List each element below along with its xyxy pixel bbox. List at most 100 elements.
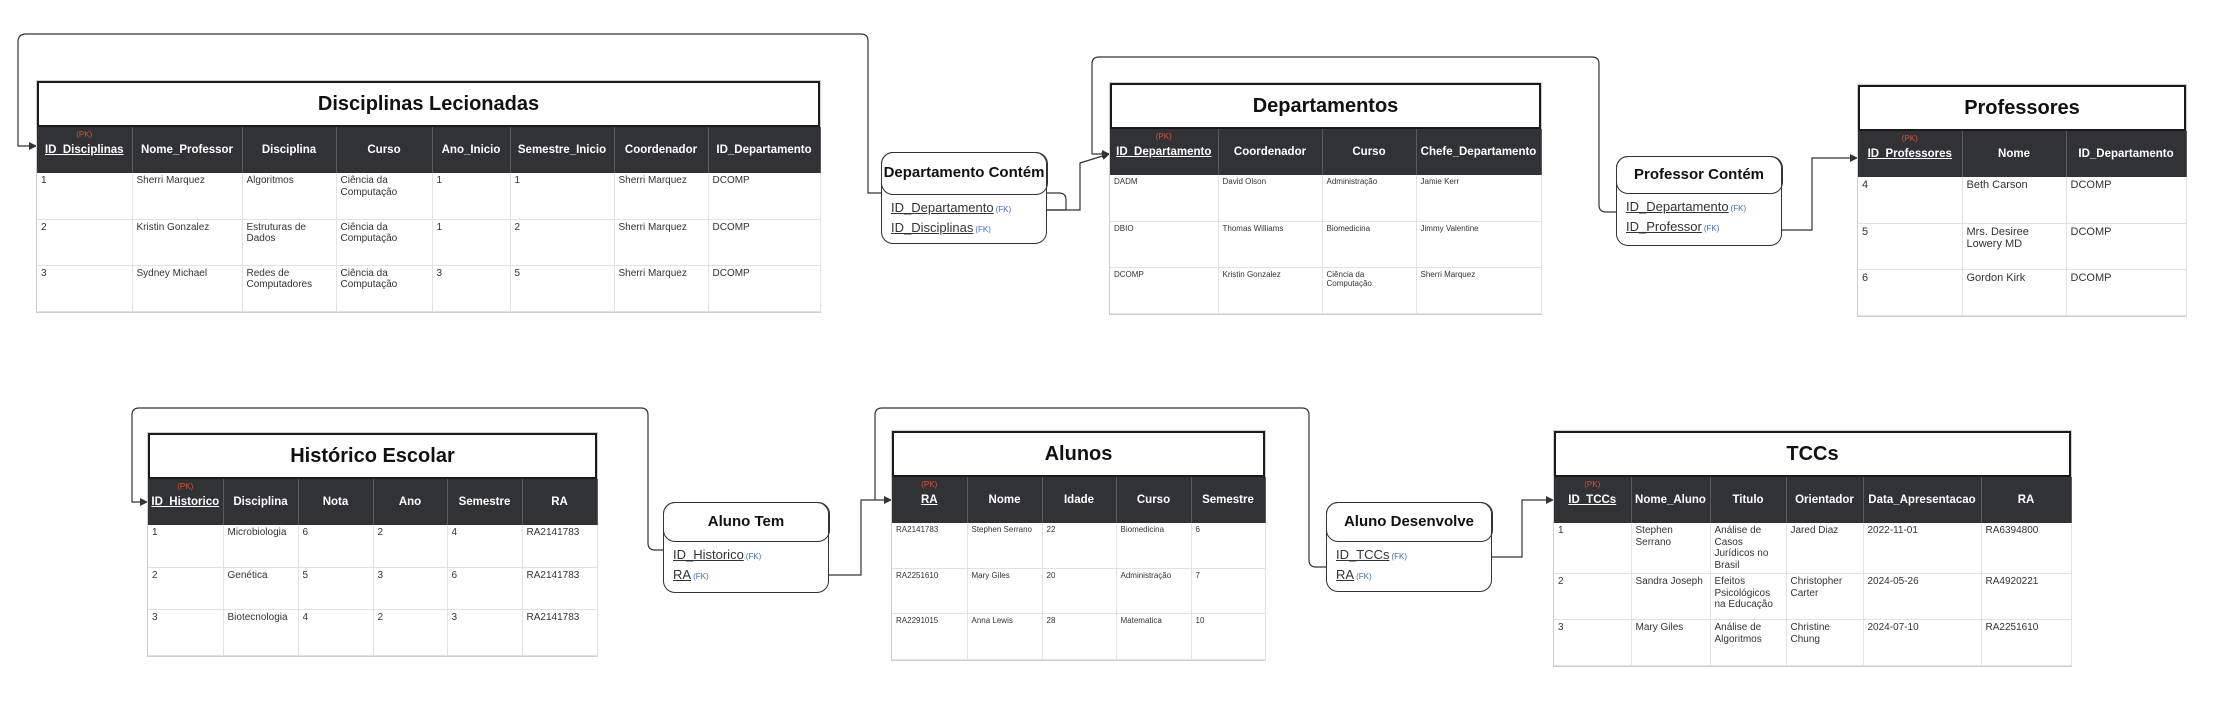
fk-marker: (FK) — [975, 224, 991, 234]
fk-marker: (FK) — [1730, 203, 1747, 213]
relation-fields: ID_Historico (FK) RA (FK) — [664, 542, 828, 590]
column-header: Chefe_Departamento — [1416, 129, 1542, 175]
table-cell: Sherri Marquez — [614, 219, 709, 266]
column-header: Data_Apresentacao — [1863, 477, 1982, 523]
table-cell: 2022-11-01 — [1863, 523, 1982, 574]
table-cell: 7 — [1191, 568, 1266, 614]
column-header-pk: (PK) ID_Disciplinas — [37, 127, 133, 173]
column-header-pk: (PK) ID_TCCs — [1554, 477, 1632, 523]
column-label: ID_Departamento — [1116, 146, 1212, 158]
connector-aluno-desenvolve-to-tccs — [1492, 496, 1554, 558]
table-cell: Algoritmos — [242, 173, 337, 220]
pk-marker: (PK) — [1155, 132, 1172, 141]
table-cell: 1 — [510, 173, 615, 220]
table-cell: 10 — [1191, 613, 1266, 660]
table-cell: 2024-07-10 — [1863, 619, 1982, 666]
table-row: RA2291015 Anna Lewis 28 Matematica 10 — [892, 613, 1266, 660]
column-header: Curso — [336, 127, 433, 173]
table-row: 6 Gordon Kirk DCOMP — [1858, 269, 2187, 316]
column-header-pk: (PK) ID_Departamento — [1110, 129, 1219, 175]
table-cell: Jared Diaz — [1786, 523, 1864, 574]
relation-fields: ID_TCCs (FK) RA (FK) — [1327, 542, 1491, 590]
table-row: 1 Sherri Marquez Algoritmos Ciência da Comp… — [37, 173, 821, 220]
table-cell: 6 — [447, 567, 523, 610]
table-row: 5 Mrs. Desiree Lowery MD DCOMP — [1858, 223, 2187, 270]
table-grid: (PK) ID_Disciplinas Nome_Professor Discip… — [37, 127, 821, 312]
fk-marker: (FK) — [745, 551, 762, 561]
table-cell: 6 — [298, 525, 374, 568]
column-header: Titulo — [1710, 477, 1787, 523]
table-row: DBIO Thomas Williams Biomedicina Jimmy Vale… — [1110, 221, 1542, 268]
table-cell: 1 — [37, 173, 133, 220]
table-cell: Sandra Joseph — [1631, 573, 1711, 620]
table-row: 1 Stephen Serrano Análise de Casos Jurídic… — [1554, 523, 2072, 574]
table-cell: DCOMP — [2066, 269, 2187, 316]
table-cell: RA2291015 — [892, 613, 968, 660]
table-cell: 2 — [373, 525, 448, 568]
table-cell: 2024-05-26 — [1863, 573, 1982, 620]
column-header: Semestre — [447, 479, 523, 525]
table-cell: 2 — [148, 567, 224, 610]
pk-marker: (PK) — [177, 482, 194, 491]
table-alunos: Alunos (PK) RA Nome Idade Curso Semestre … — [891, 430, 1266, 661]
table-cell: 3 — [148, 609, 224, 656]
table-tccs: TCCs (PK) ID_TCCs Nome_Aluno Titulo Orien… — [1553, 430, 2072, 667]
table-cell: Stephen Serrano — [967, 523, 1043, 569]
table-row: RA2141783 Stephen Serrano 22 Biomedicina 6 — [892, 523, 1266, 569]
table-cell: Sherri Marquez — [614, 173, 709, 220]
table-cell: 1 — [1554, 523, 1632, 574]
table-cell: Anna Lewis — [967, 613, 1043, 660]
table-cell: RA2141783 — [522, 567, 598, 610]
table-row: DADM David Olson Administração Jamie Kerr — [1110, 175, 1542, 222]
table-cell: Beth Carson — [1962, 177, 2067, 224]
connector-aluno-tem-to-alunos — [829, 496, 892, 576]
column-header: ID_Departamento — [2066, 131, 2187, 177]
table-grid: (PK) ID_Historico Disciplina Nota Ano Sem… — [148, 479, 598, 656]
table-title: Histórico Escolar — [148, 433, 597, 479]
column-header: Nome_Professor — [132, 127, 243, 173]
table-cell: 20 — [1042, 568, 1117, 614]
table-cell: 3 — [1554, 619, 1632, 666]
column-header: Coordenador — [1218, 129, 1323, 175]
column-header: Semestre_Inicio — [510, 127, 615, 173]
table-title: Alunos — [892, 431, 1265, 477]
table-cell: 5 — [298, 567, 374, 610]
table-row: 4 Beth Carson DCOMP — [1858, 177, 2187, 224]
field-name: ID_Professor — [1626, 218, 1702, 234]
column-header-pk: (PK) RA — [892, 477, 968, 523]
pk-marker: (PK) — [1901, 134, 1918, 143]
column-label: ID_Disciplinas — [44, 144, 124, 156]
table-cell: Sherri Marquez — [614, 265, 709, 312]
column-header: ID_Departamento — [708, 127, 821, 173]
relation-title: Professor Contém — [1615, 155, 1783, 194]
column-header: RA — [522, 479, 598, 525]
table-cell: RA2251610 — [892, 568, 968, 614]
table-cell: 1 — [432, 219, 511, 266]
table-cell: 3 — [432, 265, 511, 312]
column-label: ID_Professores — [1867, 148, 1952, 160]
table-cell: Mrs. Desiree Lowery MD — [1962, 223, 2067, 270]
table-row: 1 Microbiologia 6 2 4 RA2141783 — [148, 525, 598, 568]
column-header: Ano_Inicio — [432, 127, 511, 173]
table-cell: Mary Giles — [1631, 619, 1711, 666]
table-professores: Professores (PK) ID_Professores Nome ID_D… — [1857, 84, 2187, 317]
table-departamentos: Departamentos (PK) ID_Departamento Coorde… — [1109, 82, 1542, 315]
table-row: 3 Mary Giles Análise de Algoritmos Christin… — [1554, 619, 2072, 666]
table-cell: Christopher Carter — [1786, 573, 1864, 620]
table-cell: DCOMP — [2066, 177, 2187, 224]
table-cell: Ciência da Computação — [336, 173, 433, 220]
pk-marker: (PK) — [1584, 480, 1601, 489]
relation-fields: ID_Departamento (FK) ID_Professor (FK) — [1617, 194, 1781, 242]
relation-aluno-tem: Aluno Tem ID_Historico (FK) RA (FK) — [662, 501, 830, 593]
table-cell: Jamie Kerr — [1416, 175, 1542, 222]
table-cell: DCOMP — [708, 265, 821, 312]
table-cell: Ciência da Computação — [1322, 267, 1417, 314]
table-cell: Sydney Michael — [132, 265, 243, 312]
table-grid: (PK) ID_TCCs Nome_Aluno Titulo Orientador… — [1554, 477, 2072, 666]
table-cell: 2 — [37, 219, 133, 266]
table-historico-escolar: Histórico Escolar (PK) ID_Historico Disci… — [147, 432, 598, 657]
table-cell: 5 — [1858, 223, 1963, 270]
table-cell: Matematica — [1116, 613, 1192, 660]
table-cell: 28 — [1042, 613, 1117, 660]
fk-marker: (FK) — [1391, 551, 1408, 561]
